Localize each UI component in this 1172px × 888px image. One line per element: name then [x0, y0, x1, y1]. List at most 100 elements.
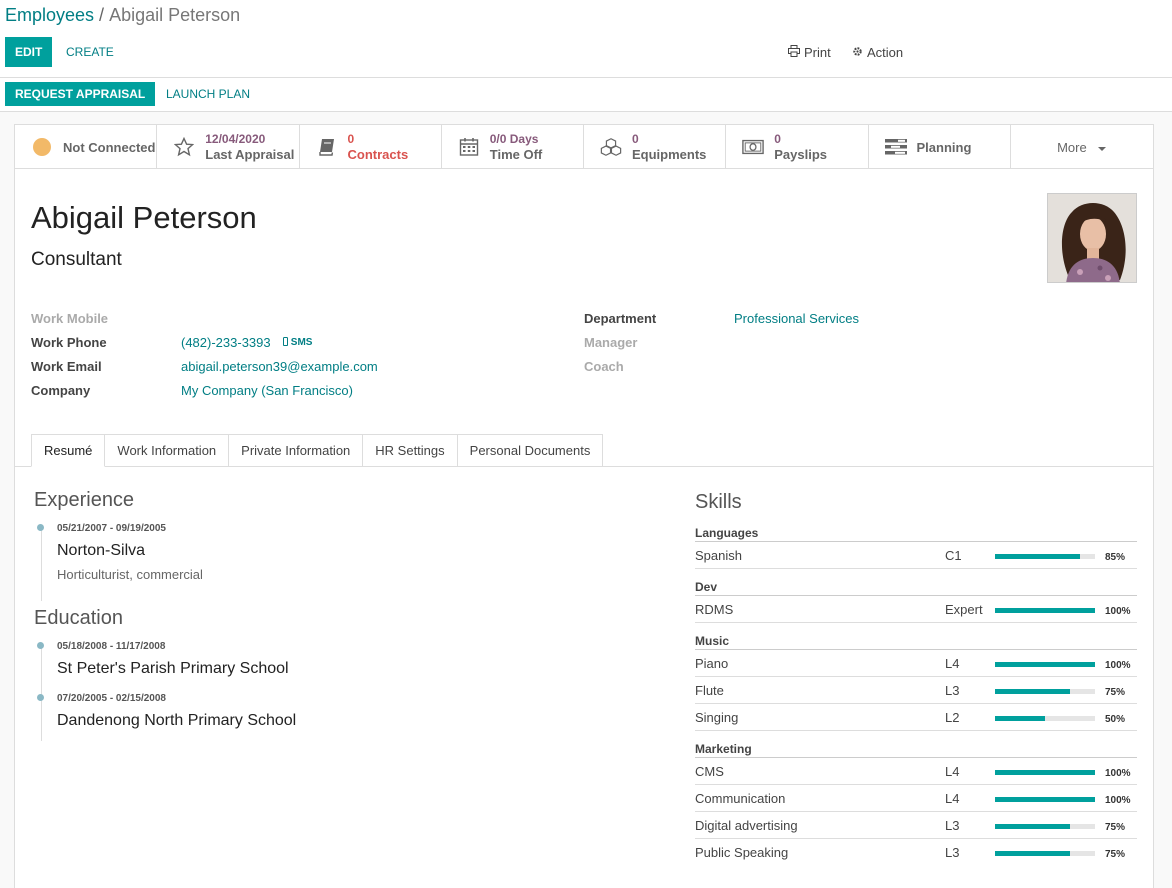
skill-name: Digital advertising [695, 817, 798, 833]
mobile-icon [283, 337, 288, 346]
skill-name: Communication [695, 790, 786, 806]
request-appraisal-button[interactable]: Request Appraisal [5, 82, 156, 106]
print-button[interactable]: Print [788, 45, 831, 60]
tasks-icon [884, 136, 907, 158]
education-dates: 07/20/2005 - 02/15/2008 [57, 693, 166, 704]
education-name[interactable]: Dandenong North Primary School [57, 712, 296, 730]
edit-button[interactable]: Edit [5, 37, 53, 67]
skill-row[interactable]: Spanish C1 85% [695, 542, 1137, 569]
skill-group-header: Dev [695, 579, 1137, 596]
more-button[interactable]: More [1011, 125, 1153, 169]
skill-percent: 100% [1105, 795, 1131, 806]
tab-work-information[interactable]: Work Information [105, 434, 230, 467]
skill-progress-fill [995, 797, 1095, 802]
education-name[interactable]: St Peter's Parish Primary School [57, 660, 289, 678]
timeline-dot [37, 642, 44, 649]
last-appraisal-label: Last Appraisal [205, 147, 295, 162]
skill-percent: 85% [1105, 552, 1126, 563]
skills-list: Languages Spanish C1 85% Dev RDMS Expert… [695, 525, 1137, 866]
skill-level: L3 [945, 817, 960, 833]
more-label: More [1057, 139, 1087, 155]
contracts-button[interactable]: 0 Contracts [300, 125, 442, 169]
timeline-dot [37, 524, 44, 531]
skill-row[interactable]: Digital advertising L3 75% [695, 812, 1137, 839]
planning-button[interactable]: Planning [869, 125, 1011, 169]
skill-level: C1 [945, 547, 962, 563]
sms-button[interactable]: SMS [283, 337, 312, 348]
print-label: Print [804, 45, 831, 60]
skill-level: L2 [945, 709, 960, 725]
skill-group-header: Music [695, 633, 1137, 650]
cubes-icon [600, 136, 622, 158]
employee-name[interactable]: Abigail Peterson [31, 200, 257, 236]
work-phone-value[interactable]: (482)-233-3393 [181, 335, 271, 350]
planning-label: Planning [916, 139, 972, 155]
skill-row[interactable]: Singing L2 50% [695, 704, 1137, 731]
breadcrumb: Employees / Abigail Peterson [5, 5, 240, 26]
calendar-icon [458, 136, 480, 158]
education-title: Education [34, 607, 123, 629]
smart-button-box: Not Connected 12/04/2020 Last Appraisal 0… [15, 125, 1153, 169]
print-icon [788, 45, 800, 60]
skill-progress-bar [995, 689, 1095, 694]
work-email-label: Work Email [31, 359, 102, 374]
skill-name: Piano [695, 655, 729, 671]
last-appraisal-button[interactable]: 12/04/2020 Last Appraisal [157, 125, 300, 169]
skill-progress-bar [995, 797, 1095, 802]
tab-personal-documents[interactable]: Personal Documents [457, 434, 604, 467]
skill-progress-fill [995, 770, 1095, 775]
experience-timeline [41, 525, 42, 601]
create-button[interactable]: Create [66, 37, 114, 67]
skill-percent: 75% [1105, 822, 1126, 833]
skill-row[interactable]: Piano L4 100% [695, 650, 1137, 677]
timeline-dot [37, 694, 44, 701]
manager-label: Manager [584, 335, 638, 350]
experience-name[interactable]: Norton-Silva [57, 542, 145, 560]
contracts-label: Contracts [347, 147, 409, 162]
skill-name: Public Speaking [695, 845, 789, 860]
skill-group-header: Languages [695, 525, 1137, 542]
work-email-value[interactable]: abigail.peterson39@example.com [181, 359, 378, 374]
skill-progress-fill [995, 554, 1080, 559]
skill-percent: 75% [1105, 687, 1126, 698]
company-value[interactable]: My Company (San Francisco) [181, 383, 353, 398]
skill-row[interactable]: Public Speaking L3 75% [695, 839, 1137, 866]
action-button[interactable]: Action [852, 45, 903, 60]
skill-progress-fill [995, 716, 1045, 721]
payslips-button[interactable]: 0 Payslips [726, 125, 869, 169]
equipments-label: Equipments [632, 147, 707, 162]
breadcrumb-employees-link[interactable]: Employees [5, 5, 94, 25]
skill-name: RDMS [695, 601, 734, 617]
star-icon [173, 136, 195, 158]
time-off-button[interactable]: 0/0 Days Time Off [442, 125, 584, 169]
skill-row[interactable]: CMS L4 100% [695, 758, 1137, 785]
skill-level: L3 [945, 682, 960, 698]
skill-progress-fill [995, 824, 1070, 829]
skill-percent: 100% [1105, 660, 1131, 671]
skill-row[interactable]: Flute L3 75% [695, 677, 1137, 704]
equipments-count: 0 [632, 132, 639, 146]
employee-avatar[interactable] [1047, 193, 1137, 283]
skill-progress-bar [995, 554, 1095, 559]
statusbar: Request Appraisal Launch Plan [0, 78, 1172, 112]
education-dates: 05/18/2008 - 11/17/2008 [57, 641, 166, 652]
caret-down-icon [1097, 140, 1107, 155]
tab-resume[interactable]: Resumé [31, 434, 106, 467]
presence-button[interactable]: Not Connected [15, 125, 158, 169]
skill-row[interactable]: RDMS Expert 100% [695, 596, 1137, 623]
skill-progress-bar [995, 770, 1095, 775]
skill-progress-bar [995, 824, 1095, 829]
launch-plan-button[interactable]: Launch Plan [166, 82, 250, 106]
book-icon [316, 136, 338, 158]
equipments-button[interactable]: 0 Equipments [584, 125, 727, 169]
tab-private-information[interactable]: Private Information [229, 434, 364, 467]
skill-level: L4 [945, 763, 960, 779]
department-value[interactable]: Professional Services [734, 311, 859, 326]
skill-row[interactable]: Communication L4 100% [695, 785, 1137, 812]
job-title[interactable]: Consultant [31, 249, 122, 271]
time-off-value: 0/0 Days [489, 132, 539, 146]
breadcrumb-separator: / [99, 5, 105, 25]
skill-progress-bar [995, 608, 1095, 613]
tab-hr-settings[interactable]: HR Settings [363, 434, 458, 467]
skill-progress-fill [995, 662, 1095, 667]
